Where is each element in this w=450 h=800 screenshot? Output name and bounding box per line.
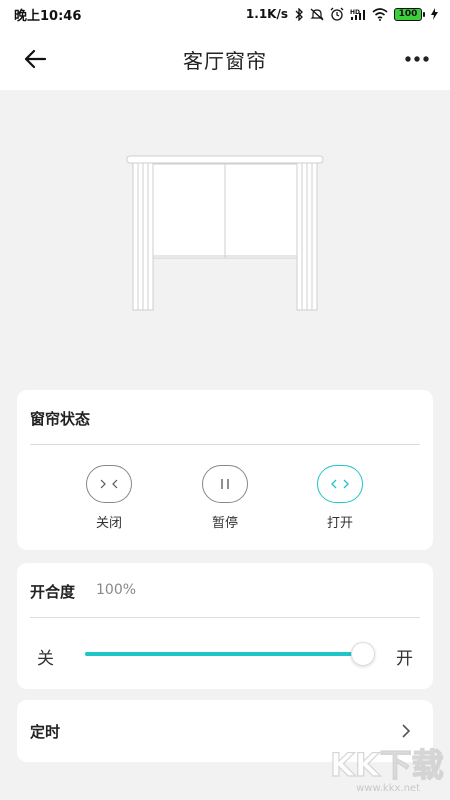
app-header: 客厅窗帘 — [0, 28, 450, 90]
more-dots-icon — [405, 56, 429, 62]
alarm-icon — [330, 7, 344, 21]
watermark: KK下载 www.kkx.net — [326, 744, 446, 796]
status-icons: 1.1K/s HD 100 — [246, 7, 438, 21]
charging-icon — [431, 8, 438, 20]
pause-icon — [202, 465, 248, 503]
more-button[interactable] — [402, 45, 432, 73]
open-curtain-label: 打开 — [326, 516, 353, 531]
status-time: 晚上10:46 — [14, 8, 82, 24]
open-curtain-button[interactable]: 打开 — [300, 465, 380, 531]
status-bar: 晚上10:46 1.1K/s HD 100 — [0, 0, 450, 28]
pause-label: 暂停 — [211, 516, 238, 531]
watermark-logo: KK下载 — [329, 745, 444, 784]
back-button[interactable] — [20, 45, 50, 73]
open-curtain-icon — [317, 465, 363, 503]
svg-text:KK下载: KK下载 — [330, 746, 444, 784]
close-curtain-label: 关闭 — [95, 516, 122, 531]
curtain-graphic — [126, 155, 324, 311]
battery-icon: 100 — [394, 7, 425, 21]
svg-text:HD: HD — [350, 9, 360, 16]
curtain-status-title: 窗帘状态 — [30, 410, 91, 428]
network-speed: 1.1K/s — [245, 7, 288, 21]
mute-icon — [310, 8, 324, 21]
bluetooth-icon — [294, 7, 304, 21]
close-curtain-button[interactable]: 关闭 — [69, 465, 149, 531]
timer-title: 定时 — [30, 723, 61, 741]
opening-degree-card: 开合度 100% 关 开 — [17, 563, 433, 689]
arrow-left-icon — [24, 49, 47, 69]
slider-min-label: 关 — [37, 649, 54, 669]
opening-degree-value: 100% — [96, 582, 137, 598]
hd-signal-icon: HD — [350, 8, 366, 21]
wifi-icon — [372, 7, 388, 21]
watermark-url: www.kkx.net — [356, 783, 420, 794]
pause-button[interactable]: 暂停 — [185, 465, 265, 531]
divider — [30, 444, 420, 445]
opening-slider-track[interactable] — [85, 652, 361, 656]
divider — [30, 617, 420, 618]
opening-degree-title: 开合度 — [30, 583, 76, 601]
close-curtain-icon — [86, 465, 132, 503]
page-title: 客厅窗帘 — [183, 48, 267, 73]
chevron-right-icon — [396, 721, 416, 741]
curtain-status-card: 窗帘状态 关闭 暂停 打开 — [17, 390, 433, 550]
opening-slider-thumb[interactable] — [351, 642, 375, 666]
slider-max-label: 开 — [396, 649, 413, 669]
curtain-illustration — [0, 90, 450, 380]
